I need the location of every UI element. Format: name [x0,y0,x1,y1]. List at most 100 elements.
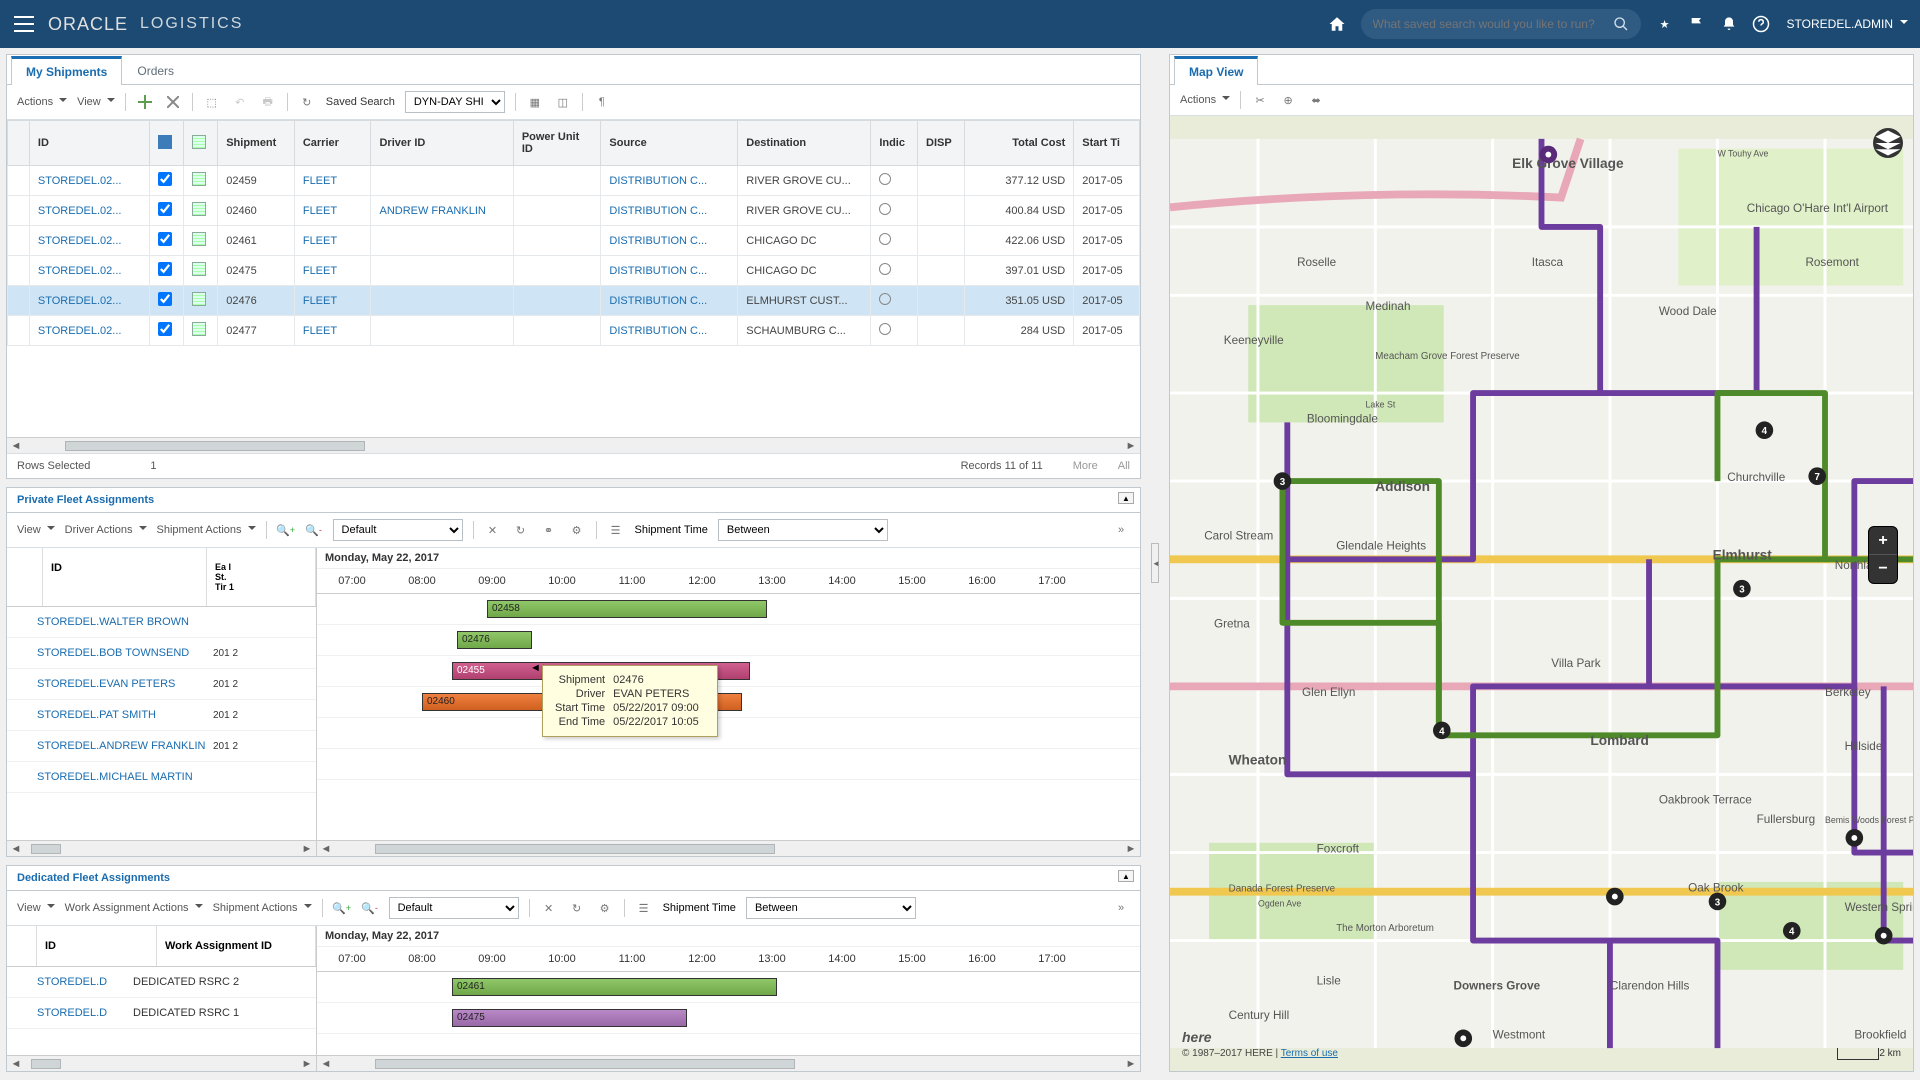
dedicated-fleet-title[interactable]: Dedicated Fleet Assignments [7,866,1140,891]
row-spread-icon[interactable] [192,322,206,336]
pf-shipment-time-select[interactable]: Between [718,519,888,541]
df-shipment-actions[interactable]: Shipment Actions [213,902,312,914]
row-spread-icon[interactable] [192,172,206,186]
map-layers-icon[interactable] [1873,128,1903,158]
df-shipment-time-select[interactable]: Between [746,897,916,919]
pf-shipment-actions[interactable]: Shipment Actions [157,524,256,536]
pf-expand-icon[interactable]: » [1112,521,1130,539]
pf-right-hscroll[interactable]: ◄► [317,840,1140,856]
pf-link-icon[interactable]: ⚭ [540,521,558,539]
col-shipment[interactable]: Shipment [218,121,295,166]
hamburger-icon[interactable] [12,12,36,36]
row-checkbox[interactable] [158,322,172,336]
map-actions-menu[interactable]: Actions [1180,94,1230,106]
map-marker-9[interactable] [1846,829,1864,847]
map-marker-8[interactable]: 4 [1783,922,1801,940]
row-spread-icon[interactable] [192,232,206,246]
map-tool1-icon[interactable]: ✂ [1251,91,1269,109]
df-settings-icon[interactable]: ⚙ [596,899,614,917]
flag-column-icon[interactable] [158,135,172,149]
print-icon[interactable]: 🖶 [259,93,277,111]
table-row[interactable]: STOREDEL.02... 02477 FLEET DISTRIBUTION … [8,316,1140,346]
gantt-driver-row[interactable]: STOREDEL.BOB TOWNSEND201 2 [7,638,316,669]
map-marker-12[interactable] [1540,146,1558,164]
detach-icon[interactable]: ◫ [554,93,572,111]
col-start[interactable]: Start Ti [1074,121,1140,166]
more-link[interactable]: More [1073,460,1098,472]
gantt-driver-row[interactable]: STOREDEL.WALTER BROWN [7,607,316,638]
df-zoom-in-icon[interactable]: 🔍+ [333,899,351,917]
saved-search-select[interactable]: DYN-DAY SHIPMENTS [405,91,505,113]
help-icon[interactable] [1745,8,1777,40]
map-marker-11[interactable] [1454,1030,1472,1048]
row-spread-icon[interactable] [192,262,206,276]
map-zoom-out[interactable]: − [1869,555,1897,583]
spread-column-icon[interactable] [192,135,206,149]
df-zoom-select[interactable]: Default [389,897,519,919]
collapse-dedicated-icon[interactable]: ▲ [1118,870,1134,882]
map-tool2-icon[interactable]: ⊕ [1279,91,1297,109]
splitter[interactable]: ◄ [1149,54,1161,1072]
col-power-unit[interactable]: Power Unit ID [513,121,601,166]
gantt-driver-row[interactable]: STOREDEL.EVAN PETERS201 2 [7,669,316,700]
df-refresh-icon[interactable]: ↻ [568,899,586,917]
private-fleet-title[interactable]: Private Fleet Assignments [7,488,1140,513]
wrap-icon[interactable]: ¶ [593,93,611,111]
saved-search-box[interactable] [1361,9,1641,39]
tab-map-view[interactable]: Map View [1174,56,1258,85]
map-tool3-icon[interactable]: ⬌ [1307,91,1325,109]
pf-col-ea[interactable]: Ea ISt.Tir 1 [207,548,316,606]
df-work-actions[interactable]: Work Assignment Actions [65,902,203,914]
df-list-icon[interactable]: ☰ [635,899,653,917]
map-marker-4[interactable]: 3 [1733,580,1751,598]
pf-left-hscroll[interactable]: ◄► [7,840,316,856]
export-icon[interactable]: ⬚ [203,93,221,111]
gantt-work-row[interactable]: STOREDEL.DDEDICATED RSRC 2 [7,967,316,998]
row-spread-icon[interactable] [192,292,206,306]
gantt-bar[interactable]: 02461 [452,978,777,996]
map-marker-10[interactable] [1875,927,1893,945]
pf-gantt-body[interactable]: Shipment02476 DriverEVAN PETERS Start Ti… [317,594,1140,840]
df-view-menu[interactable]: View [17,902,55,914]
gantt-bar[interactable]: 02458 [487,600,767,618]
pf-settings-icon[interactable]: ⚙ [568,521,586,539]
map-terms-link[interactable]: Terms of use [1281,1048,1338,1059]
refresh-icon[interactable]: ↻ [298,93,316,111]
map-marker-1[interactable]: 3 [1274,472,1292,490]
df-expand-icon[interactable]: » [1112,899,1130,917]
df-cancel-icon[interactable]: ✕ [540,899,558,917]
map-canvas[interactable]: Elk Grove Village Chicago O'Hare Int'l A… [1170,116,1913,1071]
pf-list-icon[interactable]: ☰ [607,521,625,539]
row-checkbox[interactable] [158,262,172,276]
table-row[interactable]: STOREDEL.02... 02460 FLEET ANDREW FRANKL… [8,196,1140,226]
col-carrier[interactable]: Carrier [294,121,371,166]
map-marker-6[interactable] [1606,888,1624,906]
row-checkbox[interactable] [158,292,172,306]
df-right-hscroll[interactable]: ◄► [317,1055,1140,1071]
table-hscroll[interactable]: ◄► [7,437,1140,453]
table-row[interactable]: STOREDEL.02... 02459 FLEET DISTRIBUTION … [8,166,1140,196]
map-marker-2[interactable]: 4 [1756,421,1774,439]
col-cost[interactable]: Total Cost [964,121,1073,166]
col-destination[interactable]: Destination [738,121,871,166]
map-zoom-in[interactable]: + [1869,527,1897,555]
map-marker-7[interactable]: 3 [1709,893,1727,911]
bell-icon[interactable] [1713,8,1745,40]
row-checkbox[interactable] [158,232,172,246]
col-indic[interactable]: Indic [871,121,918,166]
home-icon[interactable] [1321,8,1353,40]
col-id[interactable]: ID [29,121,149,166]
all-link[interactable]: All [1118,460,1130,472]
tab-my-shipments[interactable]: My Shipments [11,56,122,85]
row-checkbox[interactable] [158,172,172,186]
df-zoom-out-icon[interactable]: 🔍- [361,899,379,917]
star-icon[interactable]: ★ [1649,8,1681,40]
col-driver[interactable]: Driver ID [371,121,513,166]
col-source[interactable]: Source [601,121,738,166]
view-menu[interactable]: View [77,96,115,108]
pf-driver-actions[interactable]: Driver Actions [65,524,147,536]
tab-orders[interactable]: Orders [122,57,189,84]
table-row[interactable]: STOREDEL.02... 02475 FLEET DISTRIBUTION … [8,256,1140,286]
gantt-bar[interactable]: 02475 [452,1009,687,1027]
gantt-driver-row[interactable]: STOREDEL.PAT SMITH201 2 [7,700,316,731]
